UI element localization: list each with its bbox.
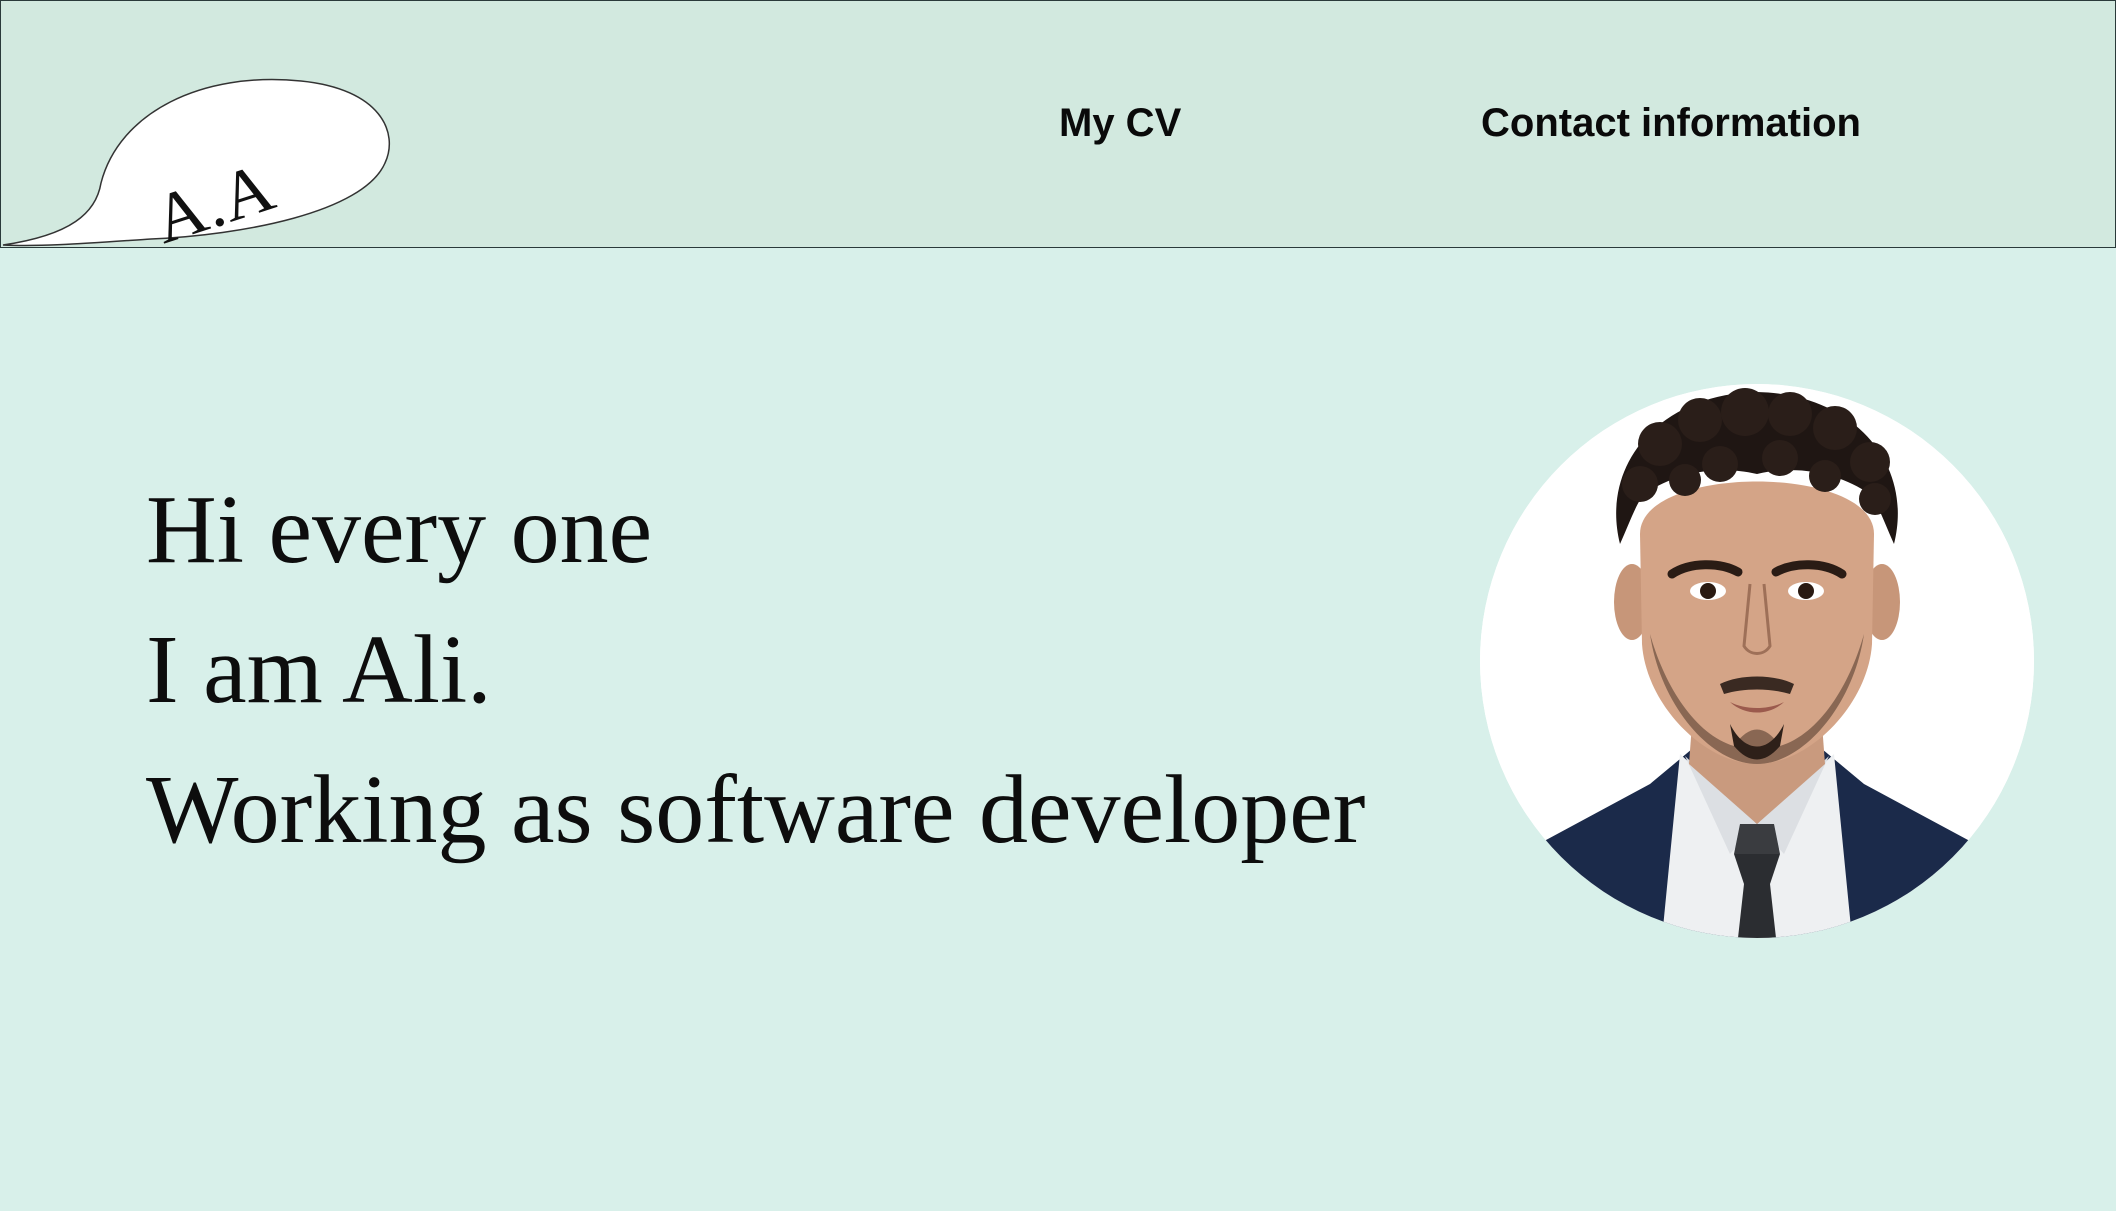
hero-greeting: Hi every one <box>146 476 653 584</box>
profile-photo <box>1480 384 2034 938</box>
hero-intro: Hi every one I am Ali. Working as softwa… <box>146 460 1365 880</box>
nav-contact-information-link[interactable]: Contact information <box>1481 101 1861 146</box>
logo[interactable]: A.A <box>1 73 397 259</box>
hero-name: I am Ali. <box>146 616 492 724</box>
hero-role: Working as software developer <box>146 756 1366 864</box>
person-portrait-icon <box>1480 384 2034 938</box>
site-header: A.A My CV Contact information <box>0 0 2116 259</box>
nav-my-cv-link[interactable]: My CV <box>1059 101 1181 146</box>
